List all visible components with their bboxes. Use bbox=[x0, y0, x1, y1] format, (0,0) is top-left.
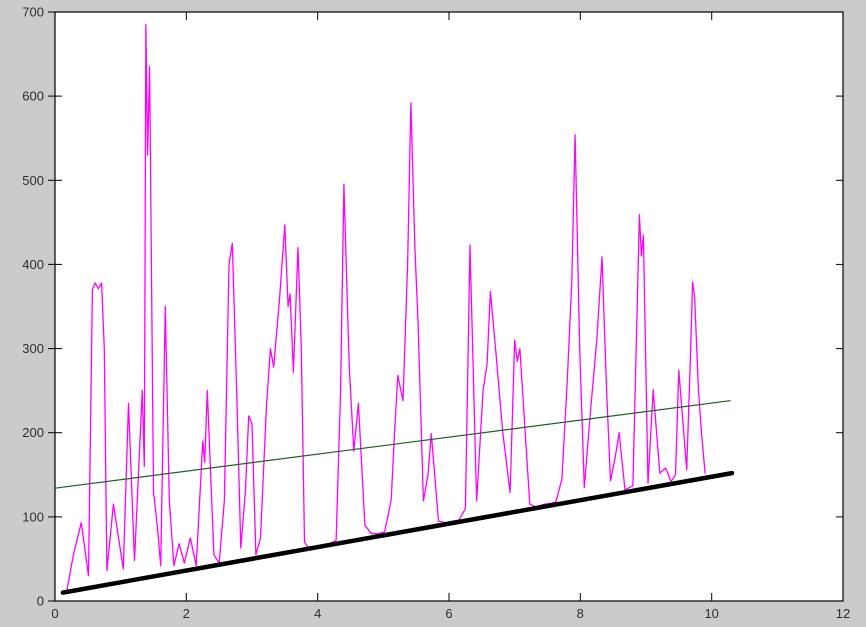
x-tick-label: 4 bbox=[314, 606, 321, 621]
x-tick-label: 6 bbox=[445, 606, 452, 621]
axes-background bbox=[55, 12, 843, 601]
figure-window: 0 2 4 6 8 10 12 0 100 200 300 400 500 600 700 bbox=[0, 0, 866, 627]
y-tick-label: 600 bbox=[22, 89, 44, 104]
y-tick-label: 200 bbox=[22, 425, 44, 440]
x-tick-label: 12 bbox=[836, 606, 850, 621]
y-tick-label: 0 bbox=[37, 594, 44, 609]
y-tick-label: 300 bbox=[22, 341, 44, 356]
y-tick-label: 500 bbox=[22, 173, 44, 188]
x-tick-label: 8 bbox=[577, 606, 584, 621]
x-tick-label: 2 bbox=[183, 606, 190, 621]
y-tick-label: 400 bbox=[22, 257, 44, 272]
chart-plot: 0 2 4 6 8 10 12 0 100 200 300 400 500 600 700 bbox=[22, 5, 850, 622]
x-tick-label: 10 bbox=[704, 606, 718, 621]
y-tick-label: 100 bbox=[22, 509, 44, 524]
x-tick-label: 0 bbox=[51, 606, 58, 621]
y-tick-label: 700 bbox=[22, 5, 44, 20]
